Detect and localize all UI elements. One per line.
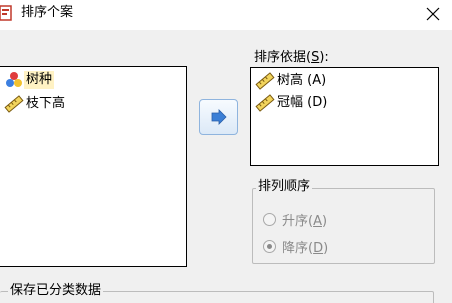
title-bar: 排序个案 — [0, 0, 452, 30]
radio-indicator — [263, 213, 276, 226]
nominal-variable-icon — [6, 72, 22, 87]
sort-by-caption: 排序依据(S): — [254, 50, 329, 66]
source-variable-list[interactable]: 树种 枝下高 — [0, 66, 187, 267]
list-item-label: 树高 (A) — [277, 73, 327, 88]
descending-mnemonic: D — [313, 241, 324, 256]
list-item[interactable]: 冠幅 (D) — [255, 93, 329, 113]
sort-by-caption-suffix: ): — [319, 50, 329, 65]
close-icon — [426, 7, 440, 21]
right-arrow-icon — [211, 109, 227, 125]
descending-radio[interactable]: 降序(D) — [263, 237, 328, 256]
scale-variable-icon — [4, 95, 24, 113]
scale-variable-icon — [255, 72, 275, 90]
list-item-label: 树种 — [24, 71, 55, 89]
ascending-label-prefix: 升序( — [282, 214, 314, 229]
window-title: 排序个案 — [21, 5, 74, 20]
ascending-label: 升序(A) — [282, 210, 327, 229]
close-button[interactable] — [414, 0, 452, 28]
list-item[interactable]: 枝下高 — [4, 94, 67, 114]
ascending-radio[interactable]: 升序(A) — [263, 210, 327, 229]
sort-by-caption-prefix: 排序依据( — [254, 50, 312, 65]
sort-order-legend: 排列顺序 — [256, 179, 313, 195]
ascending-label-suffix: ) — [321, 214, 328, 229]
scale-variable-icon — [255, 94, 275, 112]
app-icon — [0, 5, 12, 21]
descending-label-suffix: ) — [323, 241, 329, 256]
radio-indicator — [263, 240, 276, 253]
descending-label-prefix: 降序( — [282, 241, 314, 256]
list-item[interactable]: 树高 (A) — [255, 71, 328, 91]
list-item-label: 冠幅 (D) — [277, 95, 328, 110]
list-item[interactable]: 树种 — [4, 70, 55, 90]
list-item-label: 枝下高 — [26, 96, 66, 111]
sort-by-list[interactable]: 树高 (A) 冠幅 (D) — [250, 67, 439, 166]
descending-label: 降序(D) — [282, 237, 328, 256]
ascending-mnemonic: A — [313, 214, 322, 229]
move-right-button[interactable] — [199, 99, 238, 135]
save-sorted-data-legend: 保存已分类数据 — [8, 283, 104, 299]
